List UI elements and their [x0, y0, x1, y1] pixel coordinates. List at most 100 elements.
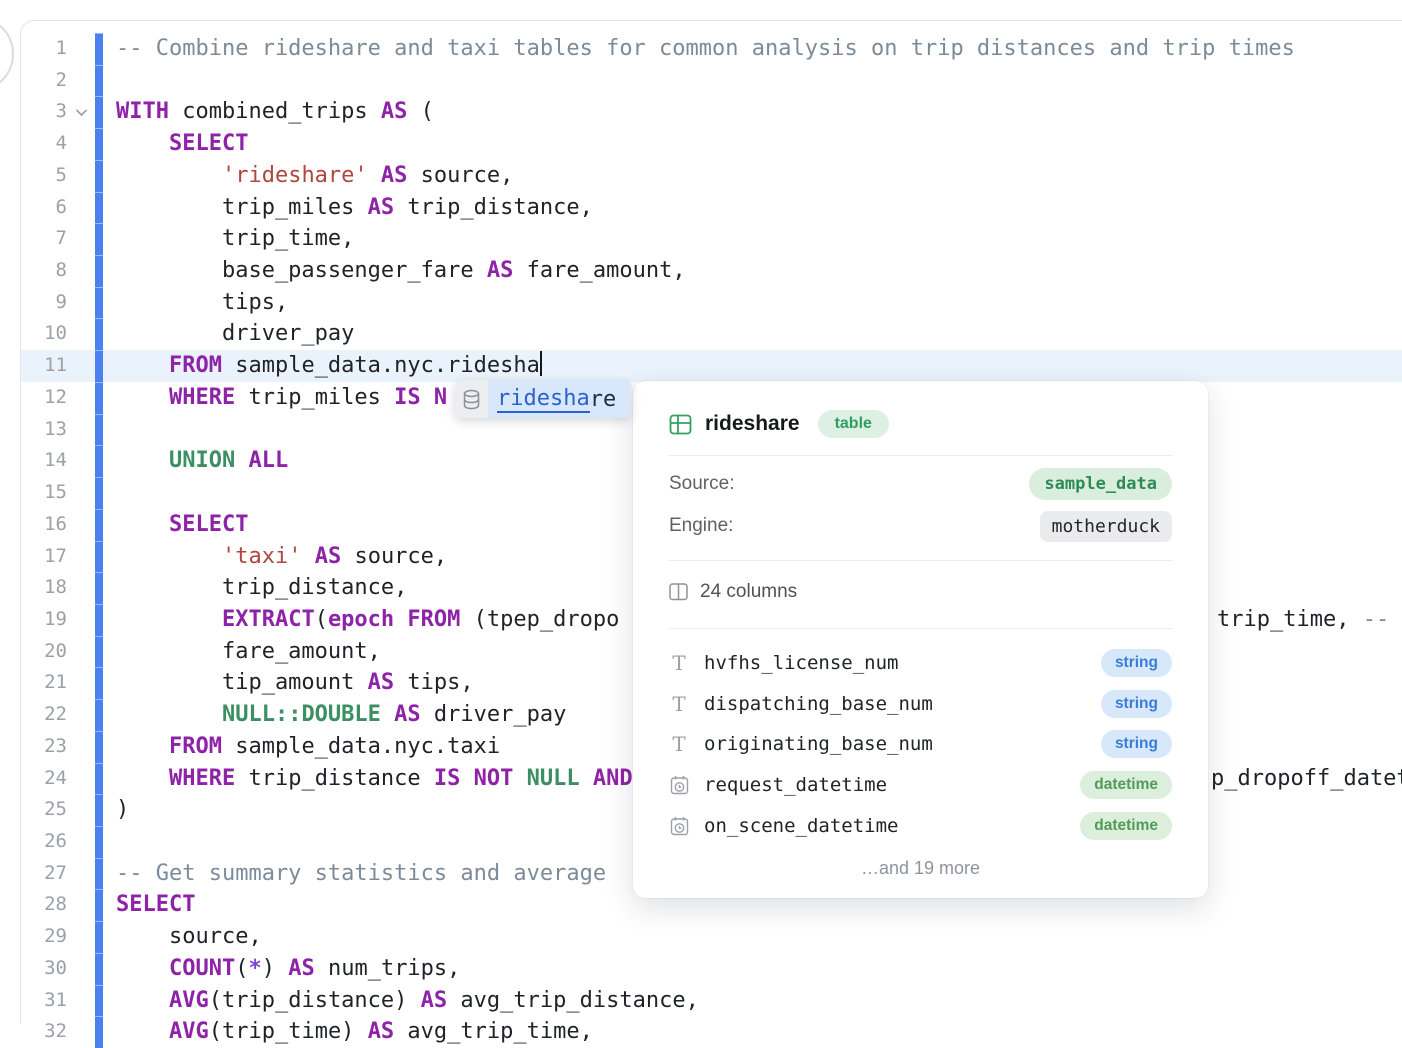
code-token: combined_trips — [169, 99, 381, 124]
code-text: -- Combine rideshare and taxi tables for… — [103, 33, 1402, 65]
code-token: -- Combine rideshare and taxi tables for… — [116, 36, 1295, 61]
code-token — [368, 163, 381, 188]
code-token — [116, 544, 222, 569]
fold-gutter — [67, 192, 95, 224]
change-indicator-bar — [95, 128, 103, 160]
fold-gutter — [67, 382, 95, 414]
code-token: trip_distance — [235, 766, 434, 791]
code-token: tips, — [394, 670, 473, 695]
code-token: AS — [394, 702, 421, 727]
fold-chevron-icon[interactable] — [67, 96, 95, 128]
engine-label: Engine: — [669, 515, 733, 537]
fold-gutter — [67, 604, 95, 636]
code-token — [116, 988, 169, 1013]
line-number: 30 — [21, 953, 67, 985]
code-token: FROM — [169, 734, 222, 759]
autocomplete-suggestion-rideshare[interactable]: rideshare — [488, 380, 631, 418]
code-token: (trip_distance) — [209, 988, 421, 1013]
code-line[interactable]: 30 COUNT(*) AS num_trips, — [21, 953, 1402, 985]
code-token: IS — [434, 766, 461, 791]
line-number: 28 — [21, 889, 67, 921]
code-token: AS — [368, 1019, 395, 1044]
code-line[interactable]: 32 AVG(trip_time) AS avg_trip_time, — [21, 1016, 1402, 1048]
code-token: sample_data.nyc.ridesha — [222, 353, 540, 378]
code-line[interactable]: 6 trip_miles AS trip_distance, — [21, 192, 1402, 224]
fold-gutter — [67, 985, 95, 1017]
line-number: 3 — [21, 96, 67, 128]
code-token: FROM — [169, 353, 222, 378]
code-line[interactable]: 4 SELECT — [21, 128, 1402, 160]
line-number: 23 — [21, 731, 67, 763]
column-name: request_datetime — [704, 774, 1065, 796]
column-row: Toriginating_base_numstring — [669, 724, 1172, 765]
change-indicator-bar — [95, 96, 103, 128]
code-line[interactable]: 8 base_passenger_fare AS fare_amount, — [21, 255, 1402, 287]
line-number: 4 — [21, 128, 67, 160]
floating-sidebar-toggle-button[interactable] — [0, 16, 14, 92]
code-token: driver_pay — [116, 321, 354, 346]
code-token: AS — [421, 988, 448, 1013]
line-number: 20 — [21, 636, 67, 668]
code-text: trip_miles AS trip_distance, — [103, 192, 1402, 224]
fold-gutter — [67, 318, 95, 350]
line-number: 5 — [21, 160, 67, 192]
change-indicator-bar — [95, 33, 103, 65]
code-token: WHERE — [169, 385, 235, 410]
popup-table-title: rideshare — [705, 412, 800, 436]
code-token — [301, 544, 314, 569]
code-token — [460, 766, 473, 791]
code-token — [381, 702, 394, 727]
column-name: originating_base_num — [704, 733, 1086, 755]
code-token: AS — [487, 258, 514, 283]
code-line[interactable]: 29 source, — [21, 921, 1402, 953]
code-token: trip_distance, — [116, 575, 407, 600]
code-line[interactable]: 3WITH combined_trips AS ( — [21, 96, 1402, 128]
code-token — [513, 766, 526, 791]
code-text: driver_pay — [103, 318, 1402, 350]
code-line[interactable]: 9 tips, — [21, 287, 1402, 319]
code-token: N — [434, 385, 447, 410]
code-line[interactable]: 11 FROM sample_data.nyc.ridesha — [21, 350, 1402, 382]
change-indicator-bar — [95, 509, 103, 541]
code-line[interactable]: 2 — [21, 65, 1402, 97]
change-indicator-bar — [95, 477, 103, 509]
database-icon — [455, 380, 488, 418]
calendar-clock-icon — [669, 816, 689, 836]
columns-summary-row: 24 columns — [669, 569, 1172, 615]
code-token — [116, 385, 169, 410]
fold-gutter — [67, 541, 95, 573]
code-fragment: trip_time, -- — [1217, 604, 1389, 636]
code-token — [116, 1019, 169, 1044]
code-text: AVG(trip_distance) AS avg_trip_distance, — [103, 985, 1402, 1017]
code-text: SELECT — [103, 128, 1402, 160]
change-indicator-bar — [95, 287, 103, 319]
code-token — [235, 448, 248, 473]
suggestion-rest-text: re — [590, 387, 617, 412]
line-number: 11 — [21, 350, 67, 382]
fold-gutter — [67, 160, 95, 192]
code-token: base_passenger_fare — [116, 258, 487, 283]
line-number: 16 — [21, 509, 67, 541]
change-indicator-bar — [95, 160, 103, 192]
change-indicator-bar — [95, 350, 103, 382]
fold-gutter — [67, 223, 95, 255]
fold-gutter — [67, 445, 95, 477]
code-token: 'taxi' — [222, 544, 301, 569]
code-line[interactable]: 10 driver_pay — [21, 318, 1402, 350]
line-number: 14 — [21, 445, 67, 477]
code-line[interactable]: 1-- Combine rideshare and taxi tables fo… — [21, 33, 1402, 65]
code-token: fare_amount, — [116, 639, 381, 664]
code-token: * — [248, 956, 261, 981]
change-indicator-bar — [95, 699, 103, 731]
change-indicator-bar — [95, 858, 103, 890]
columns-list: Thvfhs_license_numstringTdispatching_bas… — [669, 643, 1172, 846]
code-line[interactable]: 7 trip_time, — [21, 223, 1402, 255]
change-indicator-bar — [95, 223, 103, 255]
code-line[interactable]: 5 'rideshare' AS source, — [21, 160, 1402, 192]
more-columns-text: …and 19 more — [669, 858, 1172, 879]
line-number: 12 — [21, 382, 67, 414]
text-icon: T — [669, 694, 689, 714]
code-text: base_passenger_fare AS fare_amount, — [103, 255, 1402, 287]
column-name: on_scene_datetime — [704, 815, 1065, 837]
code-line[interactable]: 31 AVG(trip_distance) AS avg_trip_distan… — [21, 985, 1402, 1017]
